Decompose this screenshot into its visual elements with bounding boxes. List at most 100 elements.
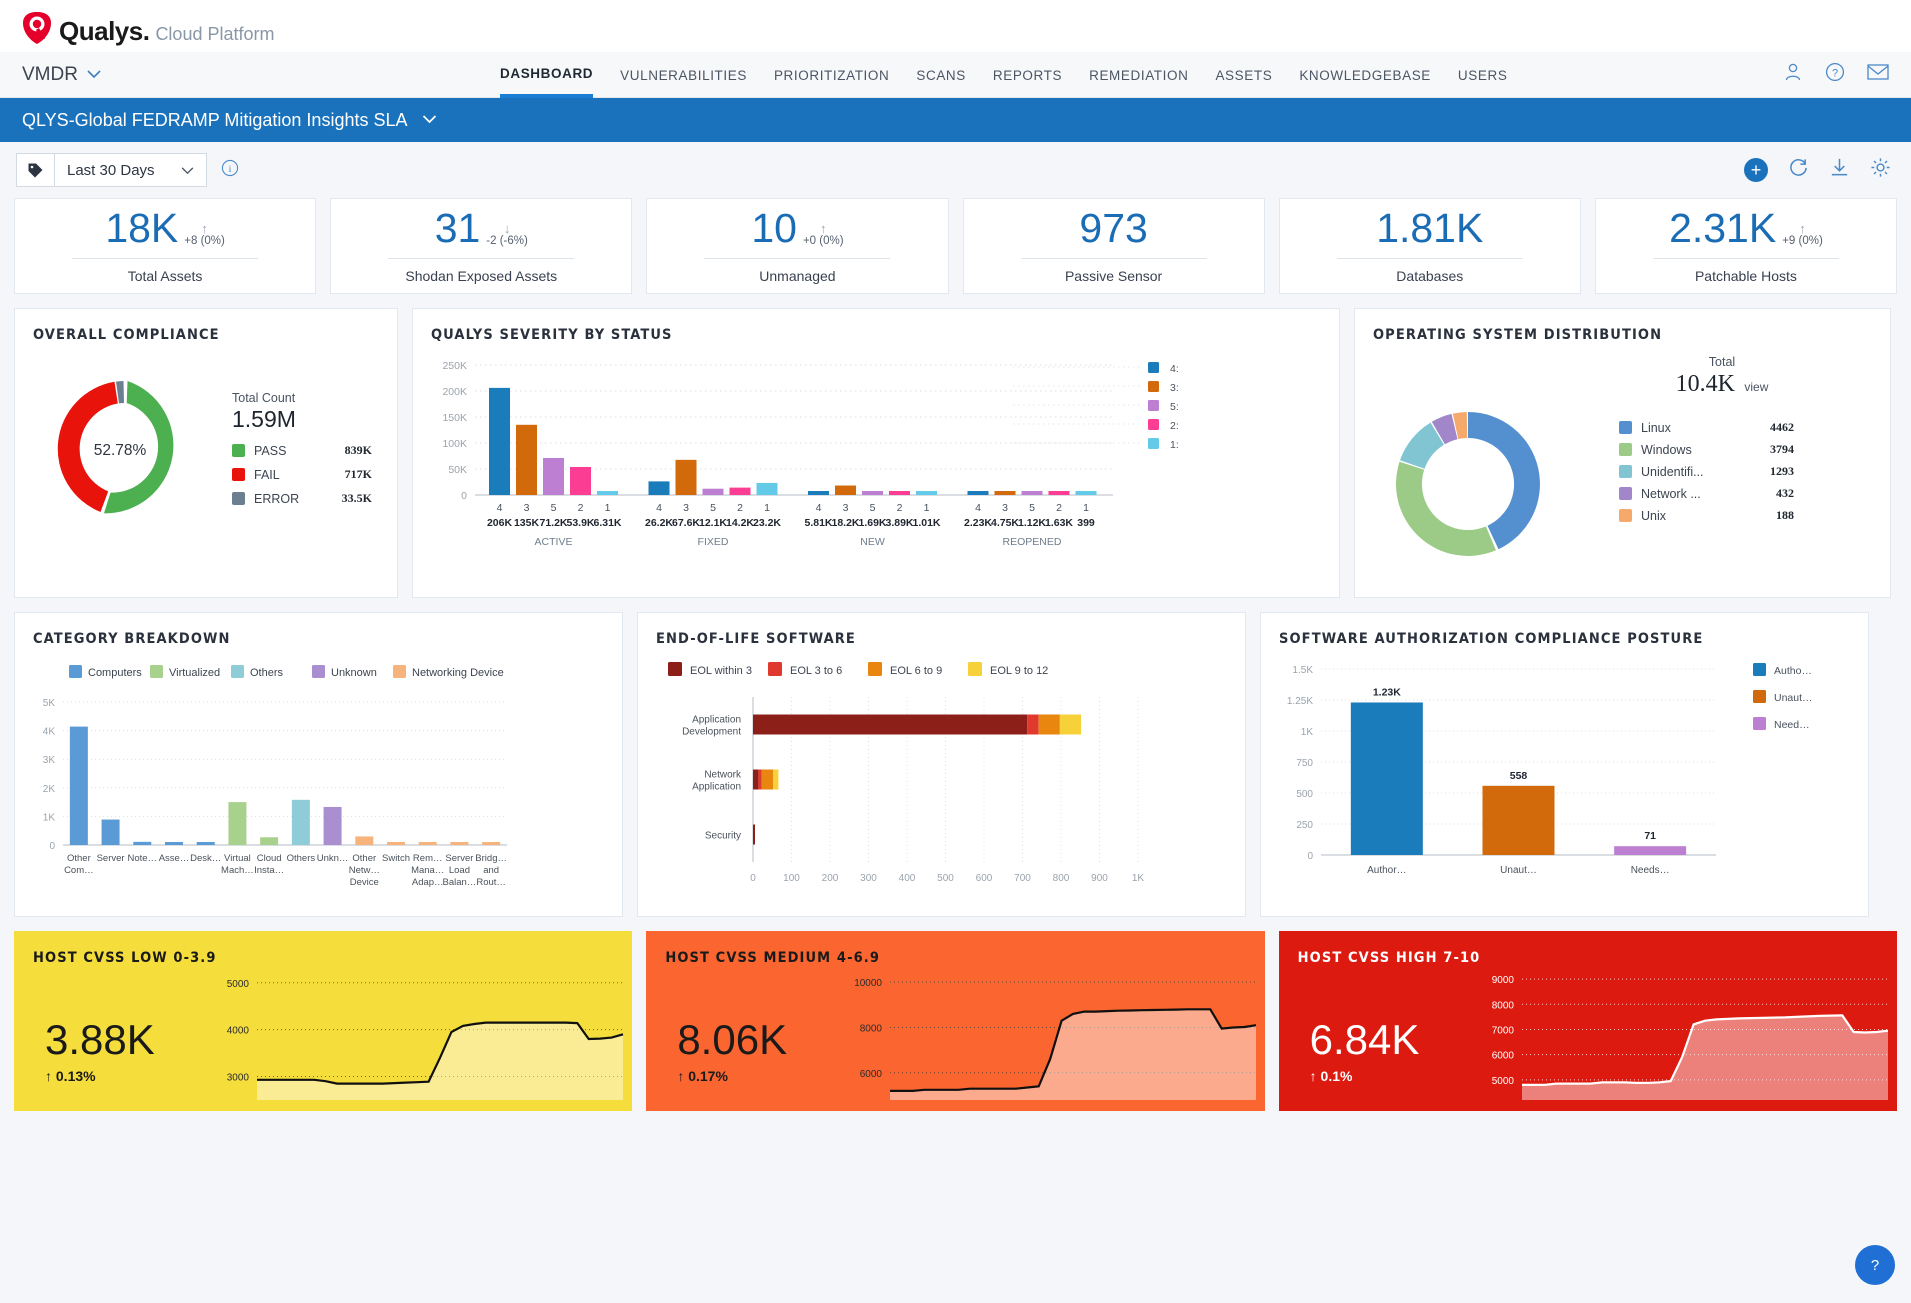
mail-icon[interactable] (1867, 63, 1889, 86)
cvss-area-chart[interactable]: 5000 6000 7000 8000 9000 (1470, 950, 1890, 1110)
nav-item-dashboard[interactable]: DASHBOARD (500, 52, 594, 98)
os-view-link[interactable]: view (1744, 380, 1768, 394)
bar[interactable] (450, 842, 469, 845)
nav-item-assets[interactable]: ASSETS (1215, 52, 1272, 98)
kpi-card[interactable]: 973 Passive Sensor (962, 198, 1265, 294)
legend-item[interactable]: Windows 3794 (1619, 442, 1794, 457)
nav-item-scans[interactable]: SCANS (916, 52, 966, 98)
bar[interactable] (835, 485, 856, 495)
eol-horizontal-bar-chart[interactable]: EOL within 3 EOL 3 to 6 EOL 6 to 9 EOL 9 to… (638, 647, 1247, 915)
bar[interactable] (994, 491, 1016, 495)
kpi-card[interactable]: 1.81K Databases (1278, 198, 1581, 294)
bar[interactable] (648, 481, 670, 495)
bar[interactable] (1614, 846, 1687, 855)
bar[interactable] (418, 842, 437, 845)
bar-segment[interactable] (1027, 714, 1039, 735)
bar[interactable] (729, 487, 751, 495)
bar[interactable] (862, 491, 883, 495)
chevron-down-icon[interactable] (422, 111, 437, 129)
bar[interactable] (516, 424, 537, 495)
bar[interactable] (133, 841, 152, 845)
bar[interactable] (1075, 491, 1097, 495)
bar[interactable] (543, 457, 564, 495)
legend-item[interactable]: Linux 4462 (1619, 420, 1794, 435)
legend-item[interactable]: ERROR 33.5K (232, 491, 372, 506)
dashboard-selector-bar[interactable]: QLYS-Global FEDRAMP Mitigation Insights … (0, 98, 1911, 142)
cvss-area-chart[interactable]: 3000 4000 5000 (205, 950, 625, 1110)
cvss-card[interactable]: HOST CVSS MEDIUM 4-6.9 8.06K ↑ 0.17% 6000 80… (646, 931, 1265, 1111)
nav-item-remediation[interactable]: REMEDIATION (1089, 52, 1188, 98)
bar[interactable] (196, 841, 215, 845)
bar[interactable] (291, 799, 310, 845)
bar[interactable] (323, 806, 342, 845)
help-fab-icon[interactable]: ? (1855, 1245, 1895, 1285)
nav-item-vulnerabilities[interactable]: VULNERABILITIES (620, 52, 747, 98)
kpi-card[interactable]: 31 ↓ -2 (-6%) Shodan Exposed Assets (330, 198, 633, 294)
bar[interactable] (702, 488, 724, 495)
bar[interactable] (1021, 491, 1043, 495)
bar[interactable] (597, 491, 618, 495)
add-widget-button[interactable]: + (1744, 158, 1768, 182)
tag-filter-button[interactable] (16, 153, 54, 187)
bar-segment[interactable] (1038, 714, 1060, 735)
help-icon[interactable]: ? (1825, 62, 1845, 87)
cvss-card[interactable]: HOST CVSS HIGH 7-10 6.84K ↑ 0.1% 5000 6000 70… (1278, 931, 1897, 1111)
legend-item[interactable]: PASS 839K (232, 443, 372, 458)
brand-logo[interactable]: Qualys. Cloud Platform (22, 6, 275, 47)
bar[interactable] (387, 842, 405, 845)
bar[interactable] (1048, 491, 1070, 495)
bar-segment[interactable] (753, 714, 1028, 735)
kpi-card[interactable]: 2.31K ↑ +9 (0%) Patchable Hosts (1594, 198, 1898, 294)
bar[interactable] (355, 836, 374, 845)
bar[interactable] (675, 459, 697, 495)
compliance-donut-chart[interactable]: 52.78% (33, 361, 218, 536)
nav-item-knowledgebase[interactable]: KNOWLEDGEBASE (1299, 52, 1431, 98)
bar-segment[interactable] (758, 769, 762, 790)
bar-segment[interactable] (753, 769, 759, 790)
bar[interactable] (889, 491, 910, 495)
legend-item[interactable]: FAIL 717K (232, 467, 372, 482)
bar[interactable] (482, 842, 501, 845)
bar[interactable] (916, 491, 937, 495)
bar[interactable] (1482, 785, 1555, 855)
severity-bar-chart[interactable]: 050K100K150K200K250K4206K3135K571.2K253.… (413, 343, 1341, 595)
kpi-delta-text: +8 (0%) (184, 235, 225, 247)
module-selector[interactable]: VMDR (0, 64, 380, 86)
bar-segment[interactable] (761, 769, 774, 790)
nav-item-prioritization[interactable]: PRIORITIZATION (774, 52, 889, 98)
info-icon[interactable]: i (221, 159, 239, 182)
category-bar-chart[interactable]: Computers Virtualized Others Unknown Network… (15, 647, 624, 915)
bar-segment[interactable] (773, 769, 779, 790)
bar[interactable] (967, 491, 989, 495)
bar-segment[interactable] (753, 824, 755, 845)
refresh-icon[interactable] (1788, 157, 1809, 183)
arrow-up-icon: ↑ (819, 221, 827, 236)
gear-icon[interactable] (1870, 157, 1891, 183)
bar[interactable] (570, 466, 591, 495)
legend-item[interactable]: Network ... 432 (1619, 486, 1794, 501)
bar[interactable] (808, 491, 829, 495)
download-icon[interactable] (1829, 157, 1850, 183)
bar[interactable] (165, 841, 183, 845)
bar[interactable] (69, 726, 88, 845)
legend-item[interactable]: Unix 188 (1619, 508, 1794, 523)
software-auth-bar-chart[interactable]: 0 250 500 750 1K 1.25K 1.5K 1.23K Author… 558 Unau… (1261, 647, 1870, 915)
cvss-card[interactable]: HOST CVSS LOW 0-3.9 3.88K ↑ 0.13% 3000 4000 5… (14, 931, 633, 1111)
nav-item-users[interactable]: USERS (1458, 52, 1508, 98)
bar[interactable] (489, 387, 510, 495)
kpi-card[interactable]: 18K ↑ +8 (0%) Total Assets (14, 198, 317, 294)
kpi-card[interactable]: 10 ↑ +0 (0%) Unmanaged (646, 198, 949, 294)
bar[interactable] (228, 802, 247, 845)
time-range-select[interactable]: Last 30 Days (54, 153, 207, 187)
user-icon[interactable] (1783, 62, 1803, 87)
nav-item-reports[interactable]: REPORTS (993, 52, 1062, 98)
bar-segment[interactable] (1059, 714, 1082, 735)
os-donut-chart[interactable] (1373, 349, 1573, 559)
bar[interactable] (756, 482, 778, 495)
bar[interactable] (1350, 702, 1423, 855)
cvss-area-chart[interactable]: 6000 8000 10000 (838, 950, 1258, 1110)
panel-row-1: OVERALL COMPLIANCE 52.78% Total Count 1.… (0, 294, 1911, 598)
bar[interactable] (101, 819, 120, 845)
legend-item[interactable]: Unidentifi... 1293 (1619, 464, 1794, 479)
bar[interactable] (260, 837, 279, 845)
